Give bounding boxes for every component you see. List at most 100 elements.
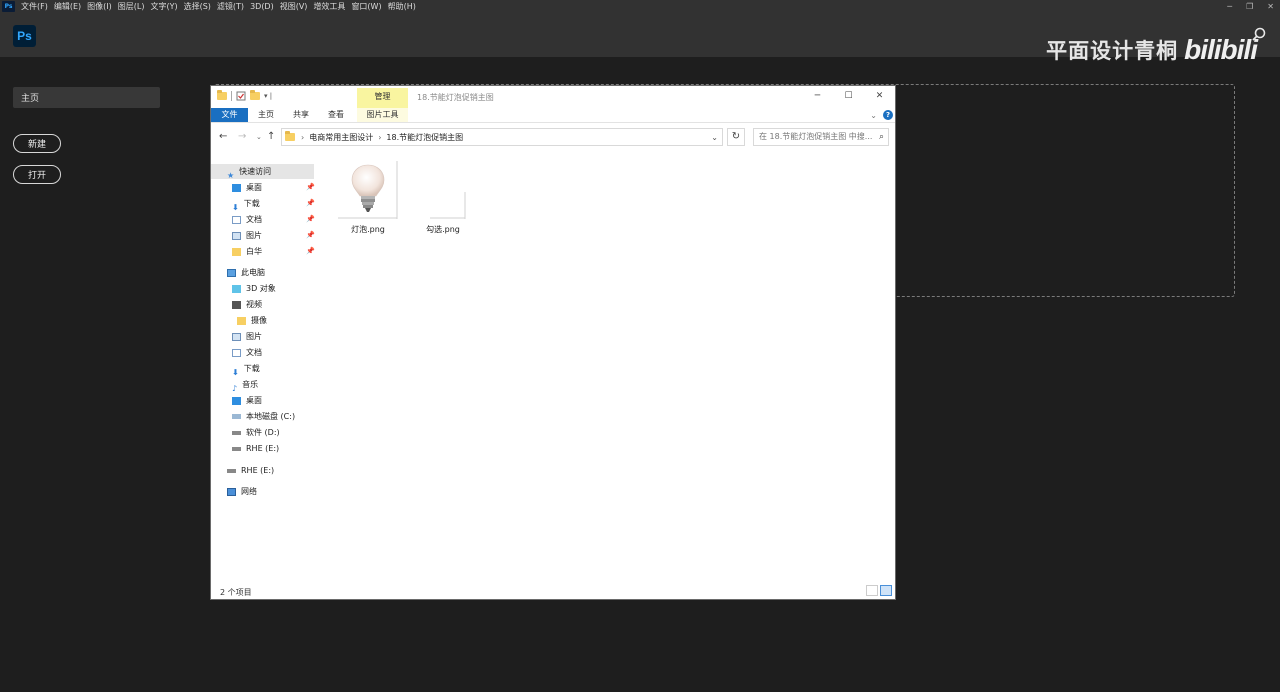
menu-edit[interactable]: 编辑(E): [54, 1, 81, 12]
download-icon: ⬇: [232, 367, 239, 377]
nav-label: 此电脑: [241, 268, 265, 277]
manage-context-tab[interactable]: 管理: [357, 88, 408, 108]
nav-label: 白华: [246, 247, 262, 256]
ribbon-tabs: 文件 主页 共享 查看 图片工具 ⌄ ?: [211, 108, 895, 123]
nav-label: 图片: [246, 231, 262, 240]
chevron-right-icon: ›: [378, 132, 382, 142]
nav-pc-documents[interactable]: 文档: [232, 345, 262, 360]
address-row: ← → ⌄ ↑ › 电商常用主图设计 › 18.节能灯泡促销主图 ⌄ ↻ 在 1…: [211, 127, 895, 149]
open-button[interactable]: 打开: [13, 165, 61, 184]
refresh-icon[interactable]: ↻: [727, 128, 745, 146]
explorer-title-bar: ▾ | 管理 18.节能灯泡促销主图 ─ ☐ ✕: [211, 86, 895, 108]
nav-this-pc[interactable]: 此电脑: [227, 265, 265, 280]
menu-window[interactable]: 窗口(W): [351, 1, 381, 12]
nav-baihua[interactable]: 白华: [232, 244, 262, 259]
nav-pc-downloads[interactable]: ⬇ 下载: [232, 361, 260, 377]
help-icon[interactable]: ?: [883, 110, 893, 120]
properties-check-icon[interactable]: [236, 91, 246, 101]
search-input[interactable]: 在 18.节能灯泡促销主图 中搜... ⌕: [753, 128, 889, 146]
home-nav-item[interactable]: 主页: [13, 87, 160, 108]
back-icon[interactable]: ←: [219, 131, 227, 142]
menu-plugins[interactable]: 增效工具: [313, 1, 345, 12]
nav-camera[interactable]: 摄像: [237, 313, 267, 328]
minimize-icon[interactable]: ─: [802, 86, 833, 106]
watermark: 平面设计青桐 bilibili: [1046, 34, 1258, 66]
new-folder-icon[interactable]: [250, 90, 260, 100]
blank-image-icon: [430, 192, 466, 219]
breadcrumb-current[interactable]: 18.节能灯泡促销主图: [386, 132, 463, 143]
navigation-pane: ★ 快速访问 桌面 📌 ⬇ 下载 📌 文档 📌 图片 📌 白华 📌 此电脑 3D…: [211, 161, 316, 581]
nav-music[interactable]: ♪ 音乐: [232, 377, 258, 393]
network-icon: [227, 487, 236, 496]
tab-home[interactable]: 主页: [255, 108, 277, 122]
forward-icon[interactable]: →: [238, 131, 246, 142]
recent-dropdown-icon[interactable]: ⌄: [256, 133, 262, 141]
drive-icon: [232, 446, 241, 451]
tab-view[interactable]: 查看: [325, 108, 347, 122]
search-icon[interactable]: [1252, 27, 1266, 41]
breadcrumb-parent[interactable]: 电商常用主图设计: [309, 132, 373, 143]
document-icon: [232, 215, 241, 224]
nav-quick-access[interactable]: ★ 快速访问: [211, 164, 314, 180]
drive-icon: [232, 430, 241, 435]
nav-3d-objects[interactable]: 3D 对象: [232, 281, 276, 296]
blank-thumbnail: [413, 161, 473, 219]
large-icons-view-icon[interactable]: [880, 585, 892, 596]
star-icon: ★: [227, 170, 235, 180]
picture-icon: [232, 231, 241, 240]
menu-select[interactable]: 选择(S): [184, 1, 211, 12]
restore-icon[interactable]: ❐: [1246, 2, 1253, 11]
nav-videos[interactable]: 视频: [232, 297, 262, 312]
file-item-checkmark[interactable]: 勾选.png: [408, 161, 478, 235]
download-icon: ⬇: [232, 202, 239, 212]
nav-documents[interactable]: 文档: [232, 212, 262, 227]
maximize-icon[interactable]: ☐: [833, 86, 864, 106]
details-view-icon[interactable]: [866, 585, 878, 596]
nav-network[interactable]: 网络: [227, 484, 257, 499]
document-icon: [232, 348, 241, 357]
menu-3d[interactable]: 3D(D): [250, 2, 274, 11]
close-icon[interactable]: ✕: [864, 86, 895, 106]
drive-icon: [232, 414, 241, 419]
menu-view[interactable]: 视图(V): [280, 1, 308, 12]
minimize-icon[interactable]: ─: [1227, 2, 1232, 11]
menu-filter[interactable]: 滤镜(T): [217, 1, 244, 12]
drive-icon: [227, 468, 236, 473]
address-bar[interactable]: › 电商常用主图设计 › 18.节能灯泡促销主图 ⌄: [281, 128, 723, 146]
nav-removable-e[interactable]: RHE (E:): [227, 463, 274, 478]
pin-icon: 📌: [306, 215, 315, 223]
close-icon[interactable]: ✕: [1267, 2, 1274, 11]
nav-pc-pictures[interactable]: 图片: [232, 329, 262, 344]
address-dropdown-icon[interactable]: ⌄: [711, 133, 718, 142]
lightbulb-icon: [338, 161, 398, 219]
nav-drive-e[interactable]: RHE (E:): [232, 441, 279, 456]
nav-drive-d[interactable]: 软件 (D:): [232, 425, 280, 440]
new-button[interactable]: 新建: [13, 134, 61, 153]
nav-downloads[interactable]: ⬇ 下载: [232, 196, 260, 212]
expand-ribbon-icon[interactable]: ⌄: [870, 111, 877, 120]
folder-icon: [217, 90, 227, 100]
ribbon-right-controls: ⌄ ?: [870, 110, 893, 120]
nav-drive-c[interactable]: 本地磁盘 (C:): [232, 409, 295, 424]
nav-label: RHE (E:): [246, 444, 280, 453]
menu-help[interactable]: 帮助(H): [388, 1, 416, 12]
pin-icon: 📌: [306, 183, 315, 191]
nav-desktop[interactable]: 桌面: [232, 180, 262, 195]
lightbulb-thumbnail: [338, 161, 398, 219]
tab-file[interactable]: 文件: [211, 108, 248, 122]
nav-pc-desktop[interactable]: 桌面: [232, 393, 262, 408]
up-icon[interactable]: ↑: [267, 131, 275, 142]
folder-icon: [285, 131, 295, 141]
tab-share[interactable]: 共享: [290, 108, 312, 122]
tab-picture-tools[interactable]: 图片工具: [357, 108, 408, 122]
qat-dropdown-icon[interactable]: ▾ |: [264, 92, 272, 100]
menu-file[interactable]: 文件(F): [21, 1, 48, 12]
menu-layer[interactable]: 图层(L): [118, 1, 145, 12]
menu-type[interactable]: 文字(Y): [150, 1, 177, 12]
file-item-lightbulb[interactable]: 灯泡.png: [333, 161, 403, 235]
file-list-area[interactable]: 灯泡.png 勾选.png: [321, 161, 895, 581]
nav-pictures[interactable]: 图片: [232, 228, 262, 243]
search-icon: ⌕: [878, 132, 884, 142]
file-explorer-window: ▾ | 管理 18.节能灯泡促销主图 ─ ☐ ✕ 文件 主页 共享 查看 图片工…: [210, 85, 896, 600]
menu-image[interactable]: 图像(I): [87, 1, 112, 12]
